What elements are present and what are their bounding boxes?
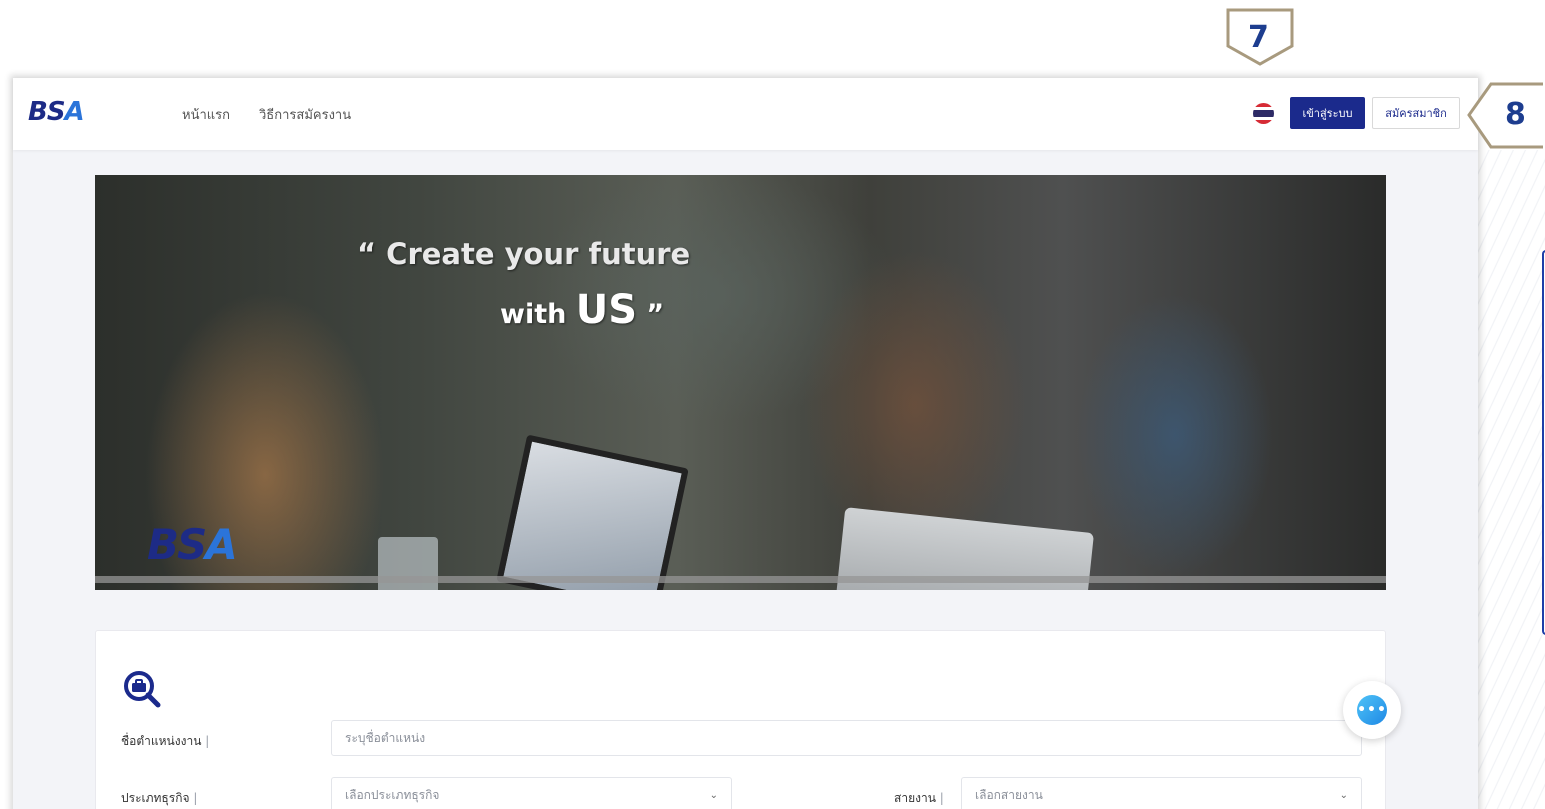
hero-progress-bar xyxy=(95,576,1386,583)
top-navbar: BSA หน้าแรก วิธีการสมัครงาน เข้าสู่ระบบ … xyxy=(13,78,1478,150)
business-type-label: ประเภทธุรกิจ | xyxy=(121,789,197,808)
chat-button[interactable]: ••• xyxy=(1343,681,1401,739)
register-button[interactable]: สมัครสมาชิก xyxy=(1372,97,1460,129)
job-line-label-text: สายงาน xyxy=(894,791,936,805)
business-type-selected: เลือกประเภทธุรกิจ xyxy=(345,787,440,802)
callout-8-number: 8 xyxy=(1505,97,1526,132)
nav-home-link[interactable]: หน้าแรก xyxy=(182,104,230,125)
position-search-input[interactable]: ระบุชื่อตำแหน่ง xyxy=(331,720,1362,756)
logo-text-accent: A xyxy=(64,97,85,127)
label-divider: | xyxy=(193,791,198,805)
business-type-label-text: ประเภทธุรกิจ xyxy=(121,791,190,805)
chevron-down-icon: ⌄ xyxy=(1339,789,1348,801)
hero-quote-line2: with US ” xyxy=(500,287,664,333)
thai-flag-icon[interactable] xyxy=(1253,103,1274,124)
label-divider: | xyxy=(939,791,944,805)
business-type-select[interactable]: เลือกประเภทธุรกิจ ⌄ xyxy=(331,777,732,809)
login-button[interactable]: เข้าสู่ระบบ xyxy=(1290,97,1365,129)
briefcase-search-icon xyxy=(124,671,161,708)
label-divider: | xyxy=(205,734,210,748)
hero-bsa-logo: BSA xyxy=(147,520,238,569)
hero-banner: “ Create your future with US ” BSA xyxy=(95,175,1386,590)
position-label: ชื่อตำแหน่งงาน | xyxy=(121,732,209,751)
browser-window: BSA หน้าแรก วิธีการสมัครงาน เข้าสู่ระบบ … xyxy=(13,78,1478,809)
hero-quote-close: ” xyxy=(637,299,665,330)
hero-quote-with: with xyxy=(500,299,576,330)
job-line-selected: เลือกสายงาน xyxy=(975,787,1043,802)
hero-quote-us: US xyxy=(575,287,638,333)
bsa-logo[interactable]: BSA xyxy=(28,97,85,127)
logo-text: BS xyxy=(28,97,66,127)
hero-photo-laptop xyxy=(496,434,689,590)
chevron-down-icon: ⌄ xyxy=(709,789,718,801)
job-line-label: สายงาน | xyxy=(894,789,944,808)
chat-bubble-icon: ••• xyxy=(1357,695,1387,725)
job-search-card: ชื่อตำแหน่งงาน | ระบุชื่อตำแหน่ง ประเภทธ… xyxy=(95,630,1386,809)
hero-logo-text: BS xyxy=(147,520,207,569)
hero-logo-text-accent: A xyxy=(205,520,237,569)
hero-quote-line1: “ Create your future xyxy=(357,237,691,271)
nav-how-to-apply-link[interactable]: วิธีการสมัครงาน xyxy=(259,104,351,125)
position-label-text: ชื่อตำแหน่งงาน xyxy=(121,734,202,748)
background-pattern xyxy=(1478,150,1545,809)
callout-7-number: 7 xyxy=(1248,20,1269,55)
job-line-select[interactable]: เลือกสายงาน ⌄ xyxy=(961,777,1362,809)
